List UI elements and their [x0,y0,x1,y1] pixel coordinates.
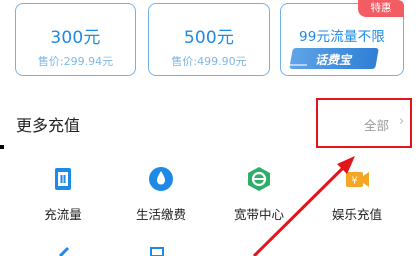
card-price: 售价:299.94元 [37,55,114,68]
utility-payment-icon [148,166,174,192]
card-500[interactable]: 500元 售价:499.90元 [148,3,270,76]
card-300[interactable]: 300元 售价:299.94元 [15,3,136,76]
recharge-page: 300元 售价:299.94元 500元 售价:499.90元 99元流量不限 … [0,0,420,256]
entertainment-topup-icon: ¥ [344,166,370,192]
card-amount: 300元 [50,28,101,48]
recharge-cards: 300元 售价:299.94元 500元 售价:499.90元 99元流量不限 … [0,0,420,88]
service-broadband[interactable]: 宽带中心 [214,160,304,230]
service-label: 娱乐充值 [331,207,382,222]
edge-marker [0,145,4,149]
svg-text:¥: ¥ [351,176,357,187]
card-amount: 500元 [183,28,235,48]
logo-stripe [289,64,307,66]
service-utility-payment[interactable]: 生活缴费 [116,160,206,230]
service-label: 宽带中心 [233,207,284,222]
special-offer-badge: 特惠 [358,0,404,17]
card-amount: 99元流量不限 [298,29,386,45]
card-price: 售价:499.90元 [171,55,247,68]
service-label: 充流量 [44,207,82,222]
service-data-topup[interactable]: 充流量 [18,160,108,230]
data-topup-icon [50,166,76,192]
card-unlimited-data[interactable]: 99元流量不限 特惠 话费宝 [280,0,404,76]
broadband-icon [246,166,272,192]
section-title: 更多充值 [16,116,81,135]
highlight-box [316,98,412,148]
services-row-2 [0,246,420,256]
huafeibao-label: 话费宝 [315,53,352,67]
service-entertainment-topup[interactable]: ¥ 娱乐充值 [312,160,402,230]
service-label: 生活缴费 [135,207,186,222]
services-grid: 充流量 生活缴费 宽带中心 ¥ 娱乐充值 [0,160,420,256]
